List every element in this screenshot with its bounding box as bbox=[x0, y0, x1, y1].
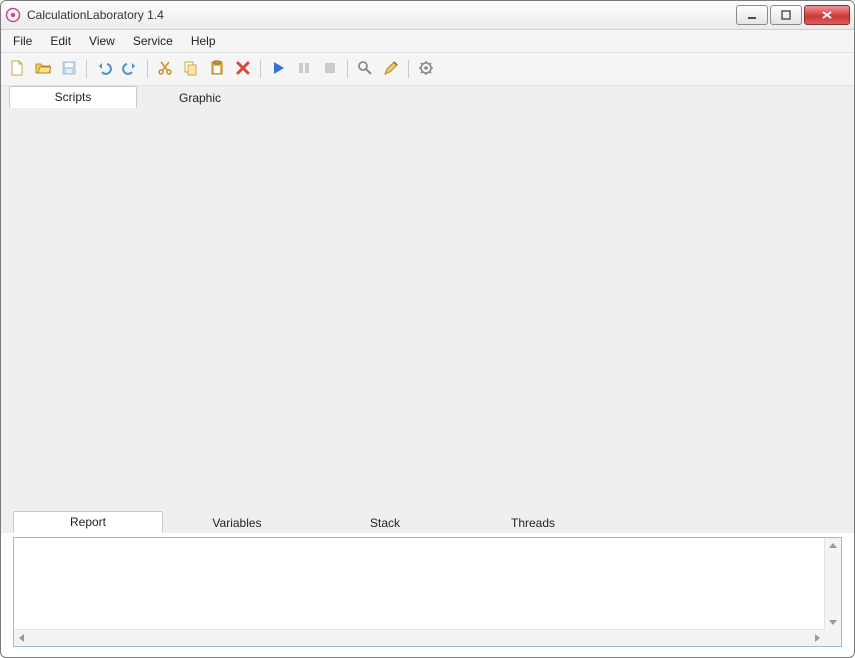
undo-button[interactable] bbox=[92, 57, 116, 81]
edit-tool-icon bbox=[383, 60, 399, 79]
toolbar-separator bbox=[147, 60, 148, 78]
menu-edit[interactable]: Edit bbox=[42, 32, 79, 50]
horizontal-scrollbar[interactable] bbox=[14, 629, 825, 646]
tab-variables[interactable]: Variables bbox=[163, 513, 311, 533]
app-icon bbox=[5, 7, 21, 23]
toolbar-separator bbox=[408, 60, 409, 78]
run-icon bbox=[270, 60, 286, 79]
tab-label: Graphic bbox=[179, 91, 221, 105]
redo-button[interactable] bbox=[118, 57, 142, 81]
pause-icon bbox=[296, 60, 312, 79]
tab-stack[interactable]: Stack bbox=[311, 513, 459, 533]
close-button[interactable] bbox=[804, 5, 850, 25]
delete-icon bbox=[235, 60, 251, 79]
cut-icon bbox=[157, 60, 173, 79]
paste-icon bbox=[209, 60, 225, 79]
run-button[interactable] bbox=[266, 57, 290, 81]
tab-threads[interactable]: Threads bbox=[459, 513, 607, 533]
new-file-button[interactable] bbox=[5, 57, 29, 81]
tab-label: Report bbox=[70, 515, 106, 529]
menu-bar: File Edit View Service Help bbox=[1, 30, 854, 53]
pause-button[interactable] bbox=[292, 57, 316, 81]
scroll-right-icon[interactable] bbox=[811, 632, 823, 644]
tab-label: Threads bbox=[511, 516, 555, 530]
cut-button[interactable] bbox=[153, 57, 177, 81]
open-file-icon bbox=[35, 60, 51, 79]
scroll-left-icon[interactable] bbox=[16, 632, 28, 644]
scroll-down-icon[interactable] bbox=[827, 616, 839, 628]
stop-icon bbox=[322, 60, 338, 79]
new-file-icon bbox=[9, 60, 25, 79]
app-window: CalculationLaboratory 1.4 File Edit View… bbox=[0, 0, 855, 658]
window-title: CalculationLaboratory 1.4 bbox=[27, 8, 736, 22]
stop-button[interactable] bbox=[318, 57, 342, 81]
tab-label: Variables bbox=[212, 516, 261, 530]
output-panel bbox=[13, 537, 842, 647]
workspace-area bbox=[1, 108, 854, 511]
toolbar bbox=[1, 53, 854, 86]
window-controls bbox=[736, 5, 850, 25]
copy-button[interactable] bbox=[179, 57, 203, 81]
menu-help[interactable]: Help bbox=[183, 32, 224, 50]
output-text[interactable] bbox=[14, 538, 825, 630]
tab-scripts[interactable]: Scripts bbox=[9, 86, 137, 108]
menu-service[interactable]: Service bbox=[125, 32, 181, 50]
menu-file[interactable]: File bbox=[5, 32, 40, 50]
scrollbar-corner bbox=[825, 630, 841, 646]
tab-graphic[interactable]: Graphic bbox=[137, 88, 263, 108]
lower-tab-bar: Report Variables Stack Threads bbox=[1, 511, 854, 533]
settings-icon bbox=[418, 60, 434, 79]
tab-label: Scripts bbox=[55, 90, 92, 104]
vertical-scrollbar[interactable] bbox=[824, 538, 841, 630]
toolbar-separator bbox=[260, 60, 261, 78]
settings-button[interactable] bbox=[414, 57, 438, 81]
tab-label: Stack bbox=[370, 516, 400, 530]
scroll-up-icon[interactable] bbox=[827, 540, 839, 552]
copy-icon bbox=[183, 60, 199, 79]
undo-icon bbox=[96, 60, 112, 79]
toolbar-separator bbox=[86, 60, 87, 78]
title-bar: CalculationLaboratory 1.4 bbox=[1, 1, 854, 30]
minimize-button[interactable] bbox=[736, 5, 768, 25]
maximize-button[interactable] bbox=[770, 5, 802, 25]
upper-tab-bar: Scripts Graphic bbox=[1, 86, 854, 108]
edit-tool-button[interactable] bbox=[379, 57, 403, 81]
paste-button[interactable] bbox=[205, 57, 229, 81]
find-icon bbox=[357, 60, 373, 79]
find-button[interactable] bbox=[353, 57, 377, 81]
open-file-button[interactable] bbox=[31, 57, 55, 81]
tab-report[interactable]: Report bbox=[13, 511, 163, 533]
delete-button[interactable] bbox=[231, 57, 255, 81]
save-icon bbox=[61, 60, 77, 79]
save-button[interactable] bbox=[57, 57, 81, 81]
menu-view[interactable]: View bbox=[81, 32, 123, 50]
toolbar-separator bbox=[347, 60, 348, 78]
redo-icon bbox=[122, 60, 138, 79]
